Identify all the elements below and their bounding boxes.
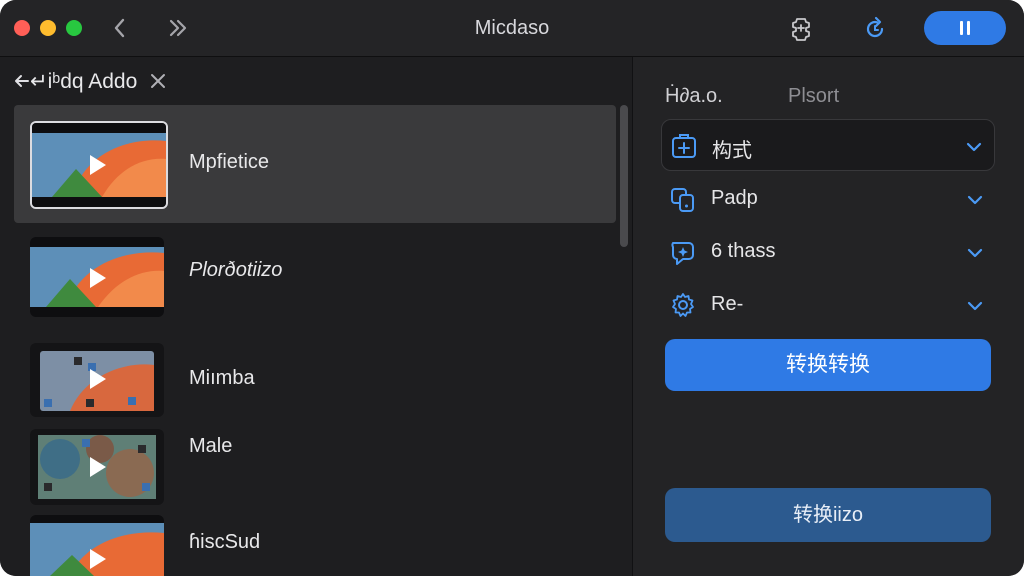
puzzle-gear-icon[interactable] — [784, 12, 818, 46]
list-item-title: ɦiscSud — [189, 531, 261, 553]
video-list-pane: ↵iᵇdq Addo Mpfietice Plorðotiizo Miımba … — [0, 57, 632, 576]
list-item-title: Male — [189, 435, 233, 457]
pause-button[interactable] — [924, 11, 1006, 45]
chevron-down-icon — [965, 190, 985, 210]
list-title: ↵iᵇdq Addo — [30, 70, 138, 93]
settings-header-sort[interactable]: Plsort — [788, 85, 839, 108]
title-bar: Micdaso — [0, 0, 1024, 57]
settings-pane: Ḣ∂a.o. Plsort 构式 Padp 6 thass Re- 转换转换 转… — [633, 57, 1024, 576]
zoom-window-button[interactable] — [66, 20, 82, 36]
list-item[interactable]: Male — [14, 425, 616, 507]
video-thumbnail — [30, 429, 164, 505]
settings-header-label: Ḣ∂a.o. — [665, 85, 723, 107]
video-thumbnail — [30, 121, 168, 209]
chevron-left-icon[interactable] — [106, 14, 134, 42]
video-thumbnail — [30, 515, 164, 576]
list-scrollbar[interactable] — [620, 105, 628, 247]
list-item[interactable]: ɦiscSud — [14, 513, 616, 576]
list-item[interactable]: Miımba — [14, 341, 616, 419]
list-item[interactable]: Plorðotiizo — [14, 233, 616, 323]
gear-icon — [669, 291, 697, 319]
pause-icon — [960, 21, 970, 35]
refresh-icon[interactable] — [858, 12, 892, 46]
device-dropdown[interactable]: Padp — [661, 173, 995, 225]
video-thumbnail — [30, 237, 164, 317]
list-item-title: Plorðotiizo — [189, 259, 283, 281]
list-item[interactable]: Mpfietice — [14, 105, 616, 223]
sparkle-shield-icon — [669, 238, 697, 266]
chevron-down-icon — [964, 137, 984, 157]
format-dropdown[interactable]: 构式 — [661, 119, 995, 171]
minimize-window-button[interactable] — [40, 20, 56, 36]
chevron-down-icon — [965, 243, 985, 263]
plus-square-icon — [670, 132, 698, 160]
arrow-left-icon[interactable] — [12, 71, 32, 91]
quality-label: 6 thass — [711, 240, 776, 262]
list-item-title: Miımba — [189, 367, 255, 389]
close-window-button[interactable] — [14, 20, 30, 36]
list-header: ↵iᵇdq Addo — [0, 57, 632, 105]
app-window: Micdaso ↵iᵇdq Addo Mpfietice Plorðotiizo… — [0, 0, 1024, 576]
chevron-down-icon — [965, 296, 985, 316]
convert-button[interactable]: 转换转换 — [665, 339, 991, 391]
double-chevron-right-icon[interactable] — [164, 14, 192, 42]
device-copy-icon — [669, 185, 697, 213]
close-icon[interactable] — [148, 71, 168, 91]
device-label: Padp — [711, 187, 758, 209]
list-item-title: Mpfietice — [189, 151, 270, 173]
video-thumbnail — [30, 343, 164, 417]
quality-dropdown[interactable]: 6 thass — [661, 226, 995, 278]
reset-label: Re- — [711, 293, 744, 315]
settings-dropdown[interactable]: Re- — [661, 279, 995, 331]
format-label: 构式 — [712, 140, 752, 162]
convert-secondary-button[interactable]: 转换iizo — [665, 488, 991, 542]
